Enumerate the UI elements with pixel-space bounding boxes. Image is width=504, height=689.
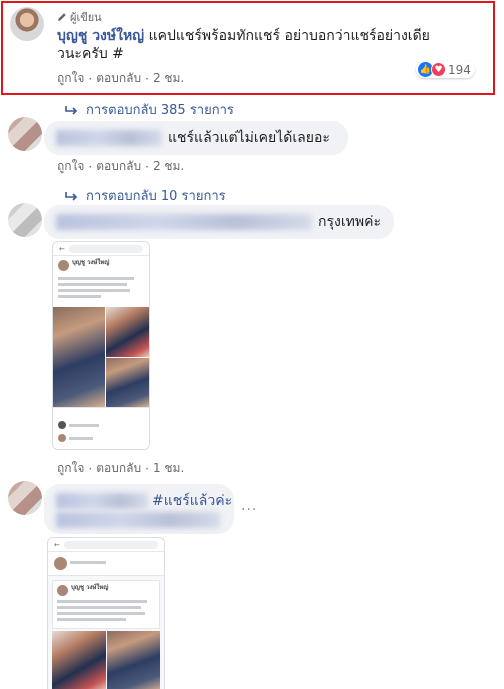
mini-avatar [57, 585, 68, 596]
hashtag-link[interactable]: #แชร์แล้วค่ะ [152, 492, 232, 510]
separator: · [145, 159, 149, 174]
comment-time[interactable]: 1 ชม. [153, 459, 184, 478]
comment-body: แชร์แล้วแต่ไม่เคยได้เลยอะ [168, 130, 330, 146]
blurred-text [56, 512, 220, 528]
comment-time[interactable]: 2 ชม. [153, 157, 184, 176]
mini-actions-bar [53, 407, 149, 417]
mini-search-bar: ← [53, 242, 149, 256]
comment-author[interactable]: บุญชู วงษ์ใหญ่ [57, 28, 144, 44]
attached-screenshot[interactable]: ← บุญชู วงษ์ใหญ่ [47, 537, 165, 689]
separator: · [145, 461, 149, 476]
separator: · [88, 159, 93, 174]
comment-actions: ถูกใจ · ตอบกลับ · 2 ชม. [57, 69, 184, 88]
separator: · [88, 461, 93, 476]
comment-actions: ถูกใจ · ตอบกลับ · 2 ชม. [57, 157, 184, 176]
mini-avatar [58, 260, 69, 271]
mini-photo-grid [53, 307, 149, 407]
like-link[interactable]: ถูกใจ [57, 157, 84, 176]
reply-arrow-icon [65, 105, 78, 115]
view-replies-label: การตอบกลับ 385 รายการ [86, 103, 234, 118]
reply-link[interactable]: ตอบกลับ [96, 157, 141, 176]
like-link[interactable]: ถูกใจ [57, 459, 84, 478]
mini-post-header: บุญชู วงษ์ใหญ่ [53, 256, 149, 275]
comment-body: กรุงเทพค่ะ [318, 214, 381, 230]
mini-search-box [68, 244, 143, 253]
reaction-summary[interactable]: 👍 ♥ 194 [416, 61, 475, 78]
mini-author: บุญชู วงษ์ใหญ่ [72, 259, 110, 266]
mini-page-header [48, 552, 164, 576]
mini-search-box [63, 540, 158, 549]
mini-post: บุญชู วงษ์ใหญ่ [52, 580, 160, 629]
blurred-name [56, 214, 312, 230]
blurred-name [56, 130, 162, 146]
reaction-count: 194 [448, 62, 471, 77]
separator: · [88, 71, 93, 86]
mini-photo [53, 307, 106, 407]
reply-link[interactable]: ตอบกลับ [96, 459, 141, 478]
love-reaction-icon: ♥ [431, 62, 446, 77]
author-badge: ผู้เขียน [57, 8, 102, 26]
mini-photo [106, 631, 160, 689]
comment-time[interactable]: 2 ชม. [153, 69, 184, 88]
comment-bubble: #แชร์แล้วค่ะ [44, 484, 234, 534]
comment-text: บุญชู วงษ์ใหญ่ แคปแชร์พร้อมทักแชร์ อย่าบ… [57, 27, 457, 63]
commenter-avatar[interactable] [8, 203, 42, 237]
more-options-icon[interactable]: ··· [241, 502, 257, 518]
mini-photo-grid [52, 631, 160, 689]
mini-photo [52, 631, 106, 689]
comment-body-line2: วนะครับ # [57, 46, 124, 62]
comment-actions: ถูกใจ · ตอบกลับ · 1 ชม. [57, 459, 184, 478]
view-replies-link[interactable]: การตอบกลับ 10 รายการ [64, 185, 226, 206]
comment-body-line1: แคปแชร์พร้อมทักแชร์ อย่าบอกว่าแชร์อย่างเ… [144, 28, 430, 44]
mini-photo [106, 357, 149, 407]
commenter-avatar[interactable] [8, 117, 42, 151]
blurred-name [56, 493, 148, 509]
commenter-avatar[interactable] [8, 481, 42, 515]
like-link[interactable]: ถูกใจ [57, 69, 84, 88]
separator: · [145, 71, 149, 86]
back-arrow-icon: ← [59, 244, 65, 253]
reply-link[interactable]: ตอบกลับ [96, 69, 141, 88]
attached-screenshot[interactable]: ← บุญชู วงษ์ใหญ่ [52, 241, 150, 450]
mini-search-bar: ← [48, 538, 164, 552]
comment-bubble: กรุงเทพค่ะ [44, 205, 394, 239]
author-avatar[interactable] [10, 7, 44, 41]
pencil-icon [58, 13, 66, 21]
mini-photo [106, 307, 149, 357]
view-replies-link[interactable]: การตอบกลับ 385 รายการ [64, 99, 234, 120]
comment-bubble: แชร์แล้วแต่ไม่เคยได้เลยอะ [44, 121, 348, 155]
author-badge-label: ผู้เขียน [70, 11, 102, 24]
mini-comments [53, 417, 149, 449]
mini-author: บุญชู วงษ์ใหญ่ [71, 584, 109, 591]
view-replies-label: การตอบกลับ 10 รายการ [86, 189, 226, 204]
mini-post-text [53, 275, 149, 307]
back-arrow-icon: ← [54, 540, 60, 549]
reply-arrow-icon [65, 191, 78, 201]
